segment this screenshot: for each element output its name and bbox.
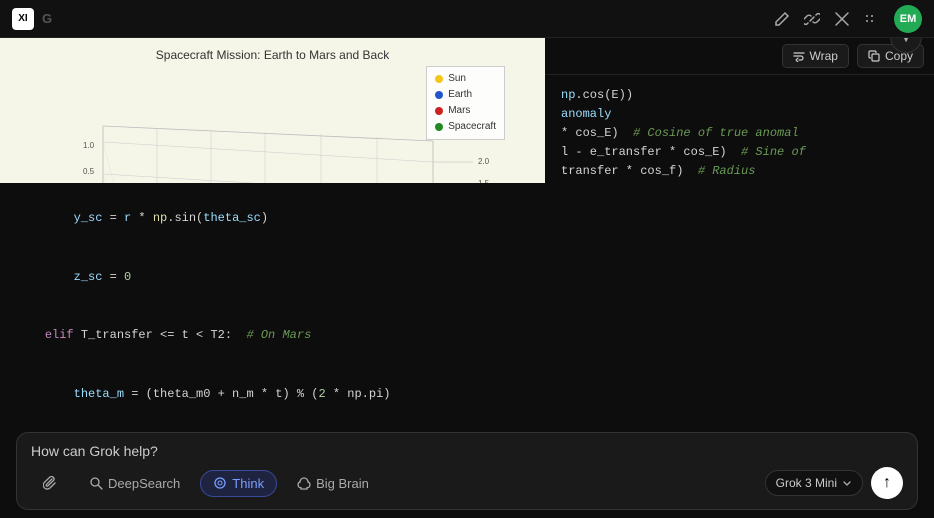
- wrap-button[interactable]: Wrap: [782, 44, 849, 68]
- deepsearch-button[interactable]: DeepSearch: [77, 471, 192, 496]
- code-line: transfer * cos_f) # Radius: [561, 162, 918, 180]
- legend-dot-sun: [435, 75, 443, 83]
- code-toolbar: Wrap Copy: [545, 38, 934, 75]
- top-bar-left: XI G: [12, 8, 52, 30]
- legend-item-sun: Sun: [435, 71, 496, 87]
- bigbrain-label: Big Brain: [316, 476, 369, 491]
- top-bar: XI G EM: [0, 0, 934, 38]
- app-logo: XI: [12, 8, 34, 30]
- chart-legend: Sun Earth Mars Spacecraft: [426, 66, 505, 140]
- input-placeholder[interactable]: How can Grok help?: [31, 443, 903, 459]
- legend-label-earth: Earth: [448, 87, 472, 103]
- legend-dot-mars: [435, 107, 443, 115]
- edit-icon[interactable]: [774, 11, 790, 27]
- legend-label-sun: Sun: [448, 71, 466, 87]
- svg-text:0.5: 0.5: [83, 167, 95, 176]
- bottom-code-line-4: theta_m = (theta_m0 + n_m * t) % (2 * np…: [16, 365, 918, 423]
- attach-button[interactable]: [31, 471, 69, 495]
- model-label: Grok 3 Mini: [776, 476, 837, 490]
- svg-text:1.0: 1.0: [83, 141, 95, 150]
- bottom-code-line-1: y_sc = r * np.sin(theta_sc): [16, 190, 918, 248]
- input-toolbar: DeepSearch Think Big Brain Grok 3 Mini ↑: [31, 467, 903, 499]
- legend-dot-spacecraft: [435, 123, 443, 131]
- send-icon: ↑: [883, 474, 891, 492]
- code-line: d): [561, 181, 918, 183]
- brand-letter: G: [42, 11, 52, 26]
- legend-item-earth: Earth: [435, 87, 496, 103]
- svg-text:2.0: 2.0: [478, 157, 490, 166]
- code-line: np.cos(E)): [561, 86, 918, 104]
- legend-item-spacecraft: Spacecraft: [435, 119, 496, 135]
- code-panel: Wrap Copy np.cos(E)) anomaly * cos_E) # …: [545, 38, 934, 183]
- chart-area: Sun Earth Mars Spacecraft: [0, 66, 545, 183]
- bottom-code-line-2: z_sc = 0: [16, 248, 918, 306]
- code-line: anomaly: [561, 105, 918, 123]
- code-line: * cos_E) # Cosine of true anomal: [561, 124, 918, 142]
- avatar[interactable]: EM: [894, 5, 922, 33]
- x-icon[interactable]: [834, 11, 850, 27]
- send-button[interactable]: ↑: [871, 467, 903, 499]
- bottom-code-line-3: elif T_transfer <= t < T2: # On Mars: [16, 307, 918, 365]
- legend-item-mars: Mars: [435, 103, 496, 119]
- bigbrain-button[interactable]: Big Brain: [285, 471, 381, 496]
- code-line: l - e_transfer * cos_E) # Sine of: [561, 143, 918, 161]
- deepsearch-label: DeepSearch: [108, 476, 180, 491]
- menu-icon[interactable]: [864, 11, 880, 27]
- link-icon[interactable]: [804, 11, 820, 27]
- think-button[interactable]: Think: [200, 470, 277, 497]
- code-content[interactable]: np.cos(E)) anomaly * cos_E) # Cosine of …: [545, 75, 934, 183]
- input-area: How can Grok help? DeepSearch Think Big …: [16, 432, 918, 510]
- model-selector[interactable]: Grok 3 Mini: [765, 470, 863, 496]
- chart-panel: Spacecraft Mission: Earth to Mars and Ba…: [0, 38, 545, 183]
- legend-label-mars: Mars: [448, 103, 470, 119]
- code-bottom: y_sc = r * np.sin(theta_sc) z_sc = 0 eli…: [0, 183, 934, 426]
- top-bar-right: EM: [774, 5, 922, 33]
- main-content: Spacecraft Mission: Earth to Mars and Ba…: [0, 38, 934, 183]
- legend-label-spacecraft: Spacecraft: [448, 119, 496, 135]
- chart-title: Spacecraft Mission: Earth to Mars and Ba…: [0, 38, 545, 66]
- svg-text:1.5: 1.5: [478, 179, 490, 183]
- legend-dot-earth: [435, 91, 443, 99]
- think-label: Think: [232, 476, 264, 491]
